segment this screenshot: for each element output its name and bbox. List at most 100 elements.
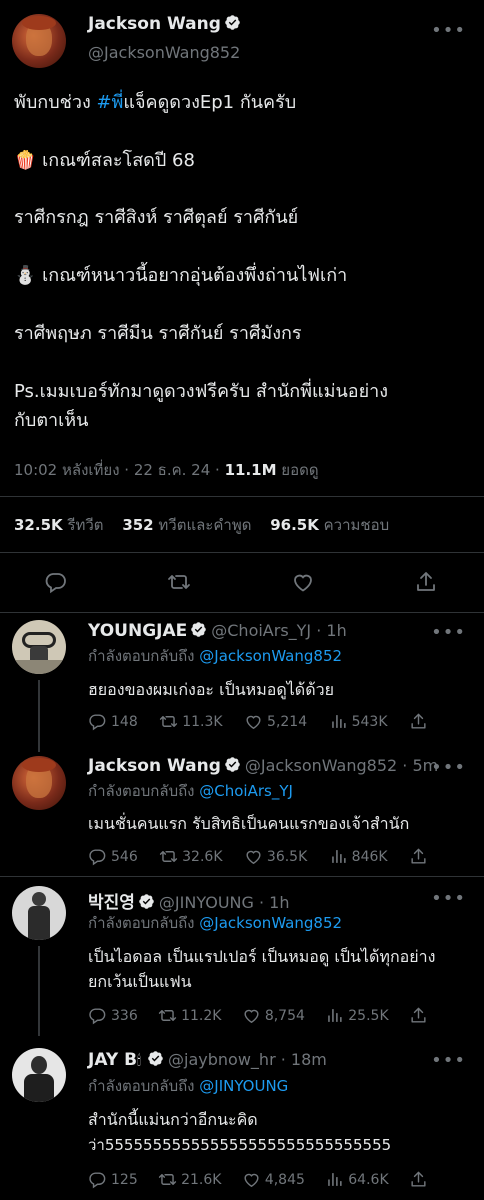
verified-badge-icon bbox=[190, 621, 207, 638]
retweet-button[interactable]: 11.3K bbox=[159, 712, 223, 731]
retweets-stat[interactable]: 32.5K รีทวีต bbox=[14, 516, 104, 534]
author-name[interactable]: Jackson Wang bbox=[88, 14, 241, 34]
retweet-button[interactable]: 11.2K bbox=[158, 1006, 221, 1025]
retweet-button[interactable]: 32.6K bbox=[159, 847, 223, 866]
author-handle[interactable]: @JacksonWang852 bbox=[88, 43, 240, 62]
tweet-text: เกณฑ์สละโสดปี 68 bbox=[36, 150, 195, 171]
reply-time[interactable]: · 18m bbox=[276, 1050, 327, 1069]
reply-header: Jackson Wang @JacksonWang852 · 5m bbox=[88, 756, 438, 776]
share-button[interactable] bbox=[409, 1170, 428, 1189]
divider bbox=[0, 552, 484, 553]
more-options-icon[interactable]: ••• bbox=[431, 20, 466, 41]
reply-action-bar: 148 11.3K 5,214 543K bbox=[88, 712, 428, 731]
author-name-text[interactable]: Jackson Wang bbox=[88, 14, 221, 34]
thread-line bbox=[38, 946, 40, 1036]
reply-author-handle[interactable]: @JacksonWang852 bbox=[245, 756, 397, 775]
like-icon bbox=[244, 847, 263, 866]
tweet-line-1: พับกบช่วง #พี่แจ็คดูดวงEp1 กันครับ bbox=[14, 88, 296, 117]
reply-tweet[interactable]: YOUNGJAE @ChoiArs_YJ · 1h ••• กำลังตอบกลั… bbox=[0, 612, 484, 752]
retweet-icon[interactable] bbox=[166, 570, 192, 594]
views-button[interactable]: 64.6K bbox=[325, 1170, 389, 1189]
more-options-icon[interactable]: ••• bbox=[431, 888, 466, 909]
like-button[interactable]: 36.5K bbox=[244, 847, 307, 866]
reply-author-name[interactable]: 박진영 bbox=[88, 893, 135, 913]
tweet-line-2: 🍿 เกณฑ์สละโสดปี 68 bbox=[14, 146, 195, 175]
avatar-jayb[interactable] bbox=[12, 1048, 66, 1102]
reply-action-bar: 336 11.2K 8,754 25.5K bbox=[88, 1006, 428, 1025]
replying-to-link[interactable]: @ChoiArs_YJ bbox=[199, 782, 293, 800]
retweets-label: รีทวีต bbox=[62, 516, 104, 534]
share-icon bbox=[409, 1006, 428, 1025]
views-button[interactable]: 846K bbox=[329, 847, 388, 866]
like-button[interactable]: 4,845 bbox=[242, 1170, 305, 1189]
reply-tweet[interactable]: JAY B🕯 @jaybnow_hr · 18m ••• กำลังตอบกลับ… bbox=[0, 1034, 484, 1200]
views-count: 64.6K bbox=[348, 1171, 389, 1188]
tweet-meta: 10:02 หลังเที่ยง · 22 ธ.ค. 24 · 11.1M ยอ… bbox=[14, 458, 319, 482]
more-options-icon[interactable]: ••• bbox=[431, 622, 466, 643]
reply-button[interactable]: 546 bbox=[88, 847, 138, 866]
reply-count: 148 bbox=[111, 713, 138, 730]
tweet-text: พับกบช่วง bbox=[14, 92, 97, 113]
reply-action-bar: 546 32.6K 36.5K 846K bbox=[88, 847, 428, 866]
replying-to-link[interactable]: @JINYOUNG bbox=[199, 1077, 288, 1095]
replying-to-link[interactable]: @JacksonWang852 bbox=[199, 647, 342, 665]
reply-author-name[interactable]: Jackson Wang bbox=[88, 756, 221, 776]
views-icon bbox=[329, 847, 348, 866]
tweet-line-6: Ps.เมมเบอร์ทักมาดูดวงฟรีครับ สำนักพี่แม่… bbox=[14, 381, 389, 402]
views-label: ยอดดู bbox=[276, 461, 319, 479]
views-count: 543K bbox=[351, 713, 388, 730]
likes-label: ความชอบ bbox=[318, 516, 390, 534]
reply-tweet[interactable]: 박진영 @JINYOUNG · 1h ••• กำลังตอบกลับถึง @J… bbox=[0, 876, 484, 1036]
views-button[interactable]: 25.5K bbox=[325, 1006, 389, 1025]
reply-author-name[interactable]: YOUNGJAE bbox=[88, 621, 187, 641]
views-icon bbox=[325, 1170, 344, 1189]
replying-to: กำลังตอบกลับถึง @JacksonWang852 bbox=[88, 644, 342, 668]
like-button[interactable]: 5,214 bbox=[244, 712, 307, 731]
more-options-icon[interactable]: ••• bbox=[431, 1050, 466, 1071]
like-icon[interactable] bbox=[291, 570, 315, 594]
reply-button[interactable]: 336 bbox=[88, 1006, 138, 1025]
verified-badge-icon bbox=[147, 1050, 164, 1067]
reply-author-handle[interactable]: @ChoiArs_YJ bbox=[211, 621, 311, 640]
quotes-stat[interactable]: 352 ทวีตและคำพูด bbox=[122, 516, 251, 534]
reply-button[interactable]: 125 bbox=[88, 1170, 138, 1189]
likes-stat[interactable]: 96.5K ความชอบ bbox=[270, 516, 389, 534]
reply-author-name[interactable]: JAY B bbox=[88, 1050, 137, 1070]
tweet-text: แจ็คดูดวงEp1 กันครับ bbox=[123, 92, 297, 113]
share-button[interactable] bbox=[409, 712, 428, 731]
reply-icon bbox=[88, 712, 107, 731]
replying-to-link[interactable]: @JacksonWang852 bbox=[199, 914, 342, 932]
like-icon bbox=[242, 1006, 261, 1025]
timestamp[interactable]: 10:02 หลังเที่ยง · 22 ธ.ค. 24 · bbox=[14, 461, 225, 479]
share-button[interactable] bbox=[409, 847, 428, 866]
reply-count: 336 bbox=[111, 1007, 138, 1024]
avatar-jackson[interactable] bbox=[12, 14, 66, 68]
more-options-icon[interactable]: ••• bbox=[431, 757, 466, 778]
hashtag-link[interactable]: #พี่ bbox=[96, 92, 123, 113]
reply-count: 546 bbox=[111, 848, 138, 865]
reply-author-handle[interactable]: @JINYOUNG bbox=[159, 893, 254, 912]
like-button[interactable]: 8,754 bbox=[242, 1006, 305, 1025]
like-count: 36.5K bbox=[266, 848, 308, 865]
reply-author-handle[interactable]: @jaybnow_hr bbox=[168, 1050, 276, 1069]
quotes-label: ทวีตและคำพูด bbox=[153, 516, 252, 534]
views-count: 25.5K bbox=[348, 1007, 389, 1024]
reply-tweet[interactable]: Jackson Wang @JacksonWang852 · 5m ••• กำล… bbox=[0, 748, 484, 876]
quotes-count: 352 bbox=[122, 516, 154, 534]
share-icon bbox=[409, 1170, 428, 1189]
retweet-button[interactable]: 21.6K bbox=[158, 1170, 221, 1189]
reply-icon[interactable] bbox=[44, 570, 68, 594]
avatar-jinyoung[interactable] bbox=[12, 886, 66, 940]
avatar-jackson[interactable] bbox=[12, 756, 66, 810]
reply-header: JAY B🕯 @jaybnow_hr · 18m bbox=[88, 1050, 327, 1070]
reply-button[interactable]: 148 bbox=[88, 712, 138, 731]
share-button[interactable] bbox=[409, 1006, 428, 1025]
like-icon bbox=[242, 1170, 261, 1189]
share-icon[interactable] bbox=[414, 570, 438, 594]
avatar-youngjae[interactable] bbox=[12, 620, 66, 674]
reply-time[interactable]: · 1h bbox=[254, 893, 290, 912]
views-button[interactable]: 543K bbox=[329, 712, 388, 731]
tweet-line-5: ราศีพฤษภ ราศีมีน ราศีกันย์ ราศีมังกร bbox=[14, 323, 302, 344]
views-count: 11.1M bbox=[224, 461, 277, 479]
reply-time[interactable]: · 1h bbox=[311, 621, 347, 640]
